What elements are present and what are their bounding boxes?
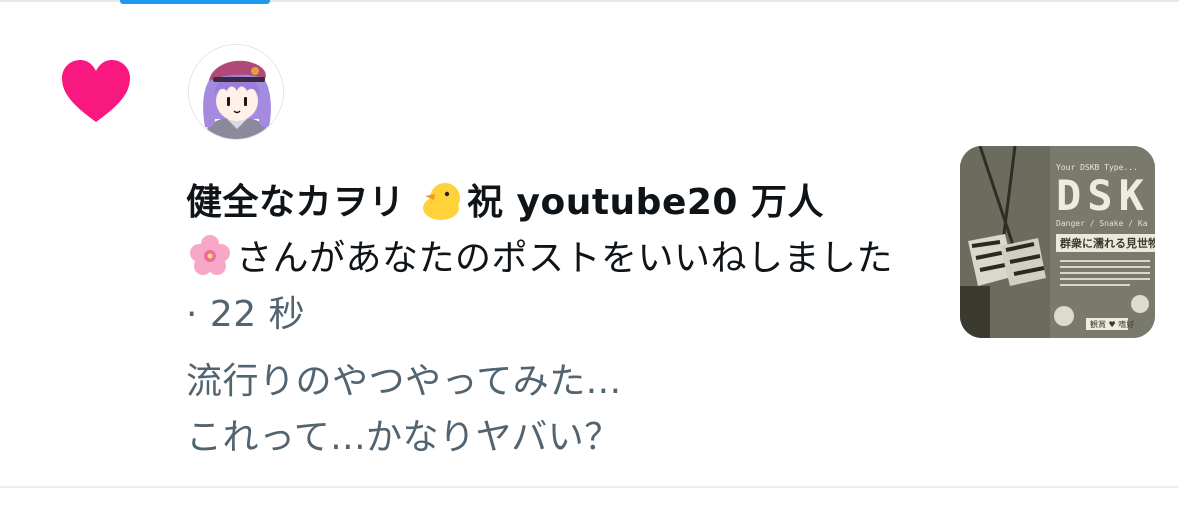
excerpt-line: これって...かなりヤバい？ — [186, 417, 621, 458]
heart-icon — [62, 60, 130, 122]
bottom-divider — [0, 486, 1179, 488]
tab-indicator — [120, 0, 270, 4]
notification-item[interactable]: 健全なカヲリ 祝 youtube20 万人 さんがあなたのポストをいいねしました… — [0, 0, 1179, 513]
timestamp: · 22 秒 — [186, 294, 306, 335]
user-name-suffix: 祝 youtube20 万人 — [466, 182, 824, 223]
notification-text: 健全なカヲリ 祝 youtube20 万人 さんがあなたのポストをいいねしました… — [186, 175, 906, 343]
post-excerpt[interactable]: 流行りのやつやってみた... これって...かなりヤバい？ — [186, 354, 906, 466]
thumb-badge: 観賞 ♥ 嗜好 — [1090, 319, 1134, 329]
chick-icon — [422, 183, 460, 220]
thumb-title: DSK — [1056, 171, 1150, 220]
post-thumbnail[interactable]: Your DSKB Type... DSK Danger / Snake / K… — [960, 146, 1155, 338]
user-name[interactable]: 健全なカヲリ — [186, 182, 405, 223]
excerpt-line: 流行りのやつやってみた... — [186, 361, 622, 402]
avatar[interactable] — [188, 44, 284, 140]
thumb-subtitle: Danger / Snake / Ka — [1056, 219, 1148, 228]
thumb-heading: 群衆に濡れる見世物 — [1059, 236, 1155, 250]
cherry-blossom-icon — [190, 235, 230, 275]
action-text: さんがあなたのポストをいいねしました — [236, 238, 894, 279]
